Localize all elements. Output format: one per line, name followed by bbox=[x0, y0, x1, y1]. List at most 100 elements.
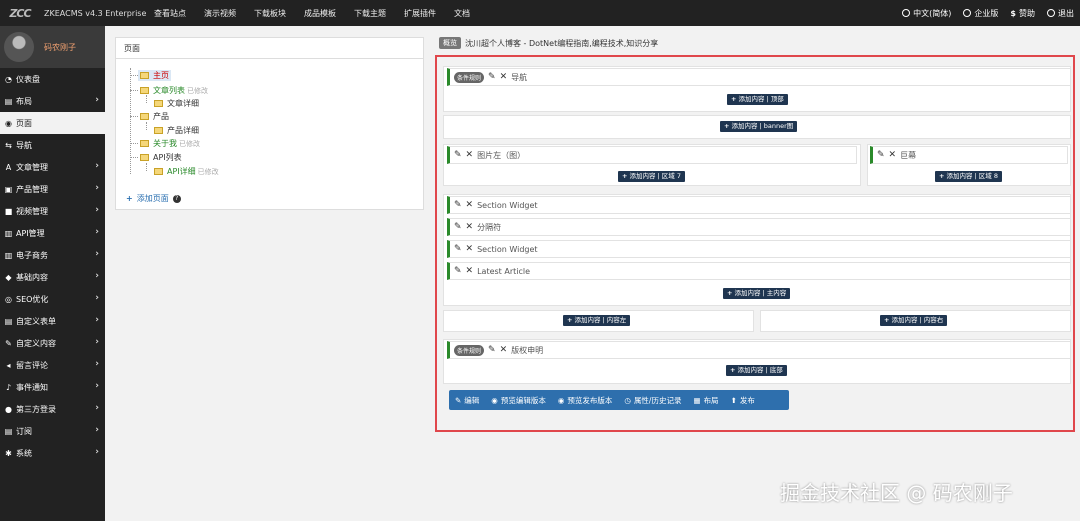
chevron-right-icon: › bbox=[95, 425, 99, 435]
sponsor-link[interactable]: $ 赞助 bbox=[1010, 8, 1035, 19]
close-icon[interactable]: ✕ bbox=[466, 244, 474, 254]
edit-button[interactable]: ✎ 编辑 bbox=[449, 395, 485, 406]
add-content-zone8-button[interactable]: + 添加内容 | 区域 8 bbox=[935, 171, 1002, 182]
add-content-right-button[interactable]: + 添加内容 | 内容右 bbox=[880, 315, 948, 326]
add-content-left-button[interactable]: + 添加内容 | 内容左 bbox=[563, 315, 631, 326]
close-icon[interactable]: ✕ bbox=[466, 150, 474, 160]
sidebar-item[interactable]: ◔ 仪表盘 bbox=[0, 68, 105, 90]
sidebar-item[interactable]: ✎ 自定义内容 › bbox=[0, 332, 105, 354]
sidebar-item[interactable]: ● 第三方登录 › bbox=[0, 398, 105, 420]
sidebar-item[interactable]: ▥ 电子商务 › bbox=[0, 244, 105, 266]
close-icon[interactable]: ✕ bbox=[889, 150, 897, 160]
nav-plugins[interactable]: 扩展插件 bbox=[404, 8, 436, 19]
widget-divider[interactable]: ✎ ✕ 分隔符 bbox=[447, 218, 1071, 236]
pencil-icon[interactable]: ✎ bbox=[488, 345, 496, 355]
close-icon[interactable]: ✕ bbox=[466, 266, 474, 276]
close-icon[interactable]: ✕ bbox=[500, 345, 508, 355]
tree-node-article-list[interactable]: 文章列表 已修改 bbox=[140, 85, 208, 96]
sidebar-item[interactable]: ▤ 订阅 › bbox=[0, 420, 105, 442]
widget-section-2[interactable]: ✎ ✕ Section Widget bbox=[447, 240, 1071, 258]
sidebar-menu: ◔ 仪表盘 ▤ 布局 › ◉ 页面 ⇆ 导航 A 文章管理 › ▣ 产品管理 › ■ 视频管理 › ▥ API管理 › ▥… bbox=[0, 68, 105, 464]
pencil-icon[interactable]: ✎ bbox=[454, 200, 462, 210]
close-icon[interactable]: ✕ bbox=[466, 200, 474, 210]
language-selector[interactable]: 中文(简体) bbox=[902, 8, 951, 19]
api-icon: ▥ bbox=[4, 228, 13, 238]
sidebar-item[interactable]: ♪ 事件通知 › bbox=[0, 376, 105, 398]
cart-icon: ▥ bbox=[4, 250, 13, 260]
close-icon[interactable]: ✕ bbox=[466, 222, 474, 232]
chevron-right-icon: › bbox=[95, 95, 99, 105]
layout-button[interactable]: ▦ 布局 bbox=[687, 395, 724, 406]
nav-demo-video[interactable]: 演示视频 bbox=[204, 8, 236, 19]
plus-icon: + bbox=[126, 194, 133, 203]
tree-node-article-detail[interactable]: 文章详细 bbox=[154, 98, 199, 109]
widget-image-left[interactable]: ✎ ✕ 图片左（图） bbox=[447, 146, 857, 164]
widget-latest-article[interactable]: ✎ ✕ Latest Article bbox=[447, 262, 1071, 280]
pencil-icon[interactable]: ✎ bbox=[877, 150, 885, 160]
sidebar-item[interactable]: ✱ 系统 › bbox=[0, 442, 105, 464]
nav-download-blocks[interactable]: 下载板块 bbox=[254, 8, 286, 19]
sidebar-item[interactable]: ▥ API管理 › bbox=[0, 222, 105, 244]
preview-draft-button[interactable]: ◉ 预览编辑版本 bbox=[485, 395, 552, 406]
video-icon: ■ bbox=[4, 206, 13, 216]
sidebar-item[interactable]: ◆ 基础内容 › bbox=[0, 266, 105, 288]
sidebar-item[interactable]: A 文章管理 › bbox=[0, 156, 105, 178]
tree-label: API详细 bbox=[167, 167, 196, 176]
add-content-zone7-button[interactable]: + 添加内容 | 区域 7 bbox=[618, 171, 685, 182]
nav-download-themes[interactable]: 下载主题 bbox=[354, 8, 386, 19]
pencil-icon[interactable]: ✎ bbox=[454, 266, 462, 276]
pencil-icon[interactable]: ✎ bbox=[454, 222, 462, 232]
nav-view-site[interactable]: 查看站点 bbox=[154, 8, 186, 19]
tree-node-api-detail[interactable]: API详细 已修改 bbox=[154, 166, 219, 177]
pencil-icon[interactable]: ✎ bbox=[454, 150, 462, 160]
tree-node-home[interactable]: 主页 bbox=[138, 70, 171, 81]
sidebar-item[interactable]: ▣ 产品管理 › bbox=[0, 178, 105, 200]
chevron-right-icon: › bbox=[95, 381, 99, 391]
widget-copyright[interactable]: 条件规则 ✎ ✕ 版权申明 bbox=[447, 341, 1071, 359]
modified-note: 已修改 bbox=[187, 86, 208, 95]
tree-node-product-detail[interactable]: 产品详细 bbox=[154, 125, 199, 136]
sidebar-item[interactable]: ◂ 留言评论 › bbox=[0, 354, 105, 376]
widget-banner[interactable]: ✎ ✕ 巨幕 bbox=[870, 146, 1068, 164]
pencil-icon[interactable]: ✎ bbox=[488, 72, 496, 82]
overview-badge[interactable]: 概览 bbox=[439, 37, 461, 49]
sidebar-item[interactable]: ▤ 布局 › bbox=[0, 90, 105, 112]
add-content-main-button[interactable]: + 添加内容 | 主内容 bbox=[723, 288, 791, 299]
nav-docs[interactable]: 文档 bbox=[454, 8, 470, 19]
add-content-top-button[interactable]: + 添加内容 | 顶部 bbox=[727, 94, 788, 105]
folder-icon bbox=[140, 154, 149, 161]
sidebar-item[interactable]: ▤ 自定义表单 › bbox=[0, 310, 105, 332]
folder-icon bbox=[154, 127, 163, 134]
logo-text: ZCC bbox=[9, 6, 31, 20]
avatar[interactable] bbox=[4, 32, 34, 62]
chevron-right-icon: › bbox=[95, 271, 99, 281]
tree-label: 文章列表 bbox=[153, 86, 185, 95]
sidebar-item-label: 系统 bbox=[16, 448, 32, 458]
logout-link[interactable]: 退出 bbox=[1047, 8, 1074, 19]
add-content-bottom-button[interactable]: + 添加内容 | 底部 bbox=[726, 365, 787, 376]
logo[interactable]: ZCC bbox=[0, 0, 40, 26]
preview-published-button[interactable]: ◉ 预览发布版本 bbox=[552, 395, 619, 406]
tree-node-about[interactable]: 关于我 已修改 bbox=[140, 138, 200, 149]
tree-node-api-list[interactable]: API列表 bbox=[140, 152, 182, 163]
sidebar-item[interactable]: ■ 视频管理 › bbox=[0, 200, 105, 222]
properties-history-button[interactable]: ◷ 属性/历史记录 bbox=[618, 395, 687, 406]
widget-label: Section Widget bbox=[477, 200, 538, 210]
sidebar-item[interactable]: ⇆ 导航 bbox=[0, 134, 105, 156]
brand-name: ZKEACMS v4.3 Enterprise bbox=[44, 8, 147, 18]
pencil-icon[interactable]: ✎ bbox=[454, 244, 462, 254]
publish-button[interactable]: ⬆ 发布 bbox=[725, 395, 761, 406]
close-icon[interactable]: ✕ bbox=[500, 72, 508, 82]
sidebar-item[interactable]: ◎ SEO优化 › bbox=[0, 288, 105, 310]
chevron-right-icon: › bbox=[95, 227, 99, 237]
tree-node-product[interactable]: 产品 bbox=[140, 111, 169, 122]
help-icon[interactable]: ? bbox=[172, 194, 181, 203]
sidebar-item[interactable]: ◉ 页面 bbox=[0, 112, 105, 134]
widget-section-1[interactable]: ✎ ✕ Section Widget bbox=[447, 196, 1071, 214]
nav-templates[interactable]: 成品模板 bbox=[304, 8, 336, 19]
dashboard-icon: ◔ bbox=[5, 74, 12, 84]
enterprise-link[interactable]: 企业版 bbox=[963, 8, 998, 19]
add-content-banner-button[interactable]: + 添加内容 | banner图 bbox=[720, 121, 798, 132]
widget-nav[interactable]: 条件规则 ✎ ✕ 导航 bbox=[447, 68, 1071, 86]
add-page-button[interactable]: + 添加页面? bbox=[126, 193, 181, 204]
